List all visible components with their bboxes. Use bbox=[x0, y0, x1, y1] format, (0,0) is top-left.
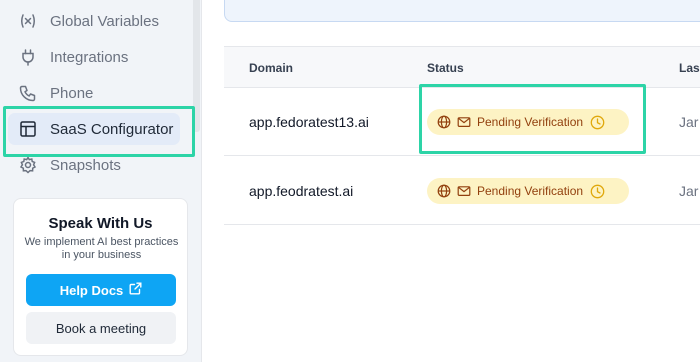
sidebar-item-saas-configurator[interactable]: SaaS Configurator bbox=[8, 113, 180, 145]
sidebar-item-phone[interactable]: Phone bbox=[8, 77, 180, 109]
table-row[interactable]: app.feodratest.ai Pending Verification J… bbox=[224, 157, 700, 225]
card-title: Speak With Us bbox=[48, 215, 153, 232]
globe-icon bbox=[437, 184, 451, 198]
book-meeting-label: Book a meeting bbox=[55, 320, 147, 336]
sidebar-item-label: Global Variables bbox=[50, 12, 159, 30]
sidebar-item-global-variables[interactable]: Global Variables bbox=[8, 5, 180, 37]
domain-cell: app.fedoratest13.ai bbox=[249, 114, 369, 130]
last-cell: Jar bbox=[679, 183, 699, 199]
sidebar: Global Variables Integrations Phone SaaS… bbox=[0, 0, 202, 362]
table-row[interactable]: app.fedoratest13.ai Pending Verification… bbox=[224, 88, 700, 156]
table-header: Domain Status Las bbox=[224, 46, 700, 88]
sidebar-item-label: SaaS Configurator bbox=[50, 120, 174, 138]
plug-icon bbox=[19, 48, 37, 66]
sidebar-item-integrations[interactable]: Integrations bbox=[8, 41, 180, 73]
status-badge: Pending Verification bbox=[427, 178, 629, 204]
column-header-domain: Domain bbox=[249, 61, 294, 75]
status-label: Pending Verification bbox=[477, 184, 584, 198]
status-badge: Pending Verification bbox=[427, 109, 629, 135]
variable-icon bbox=[19, 12, 37, 30]
phone-icon bbox=[19, 84, 37, 102]
mail-icon bbox=[457, 115, 471, 129]
external-link-icon bbox=[129, 282, 142, 298]
sidebar-item-label: Integrations bbox=[50, 48, 129, 66]
sidebar-item-snapshots[interactable]: Snapshots bbox=[8, 149, 180, 181]
help-docs-label: Help Docs bbox=[59, 282, 124, 298]
column-header-status: Status bbox=[427, 61, 464, 75]
mail-icon bbox=[457, 184, 471, 198]
book-meeting-button[interactable]: Book a meeting bbox=[26, 312, 176, 344]
card-subtitle: We implement AI best practices in your b… bbox=[24, 236, 179, 261]
sidebar-item-label: Phone bbox=[50, 84, 94, 102]
help-docs-button[interactable]: Help Docs bbox=[26, 274, 176, 306]
last-cell: Jar bbox=[679, 114, 699, 130]
clock-icon bbox=[590, 115, 605, 130]
info-banner bbox=[224, 0, 700, 22]
column-header-last: Las bbox=[679, 61, 700, 75]
main-content: Domain Status Las app.fedoratest13.ai Pe… bbox=[202, 0, 700, 362]
speak-with-us-card: Speak With Us We implement AI best pract… bbox=[13, 198, 188, 356]
domain-cell: app.feodratest.ai bbox=[249, 183, 354, 199]
layout-icon bbox=[19, 120, 37, 138]
globe-icon bbox=[437, 115, 451, 129]
status-label: Pending Verification bbox=[477, 115, 584, 129]
sidebar-scrollbar[interactable] bbox=[193, 0, 200, 132]
sidebar-item-label: Snapshots bbox=[50, 156, 121, 174]
gear-icon bbox=[19, 156, 37, 174]
clock-icon bbox=[590, 184, 605, 199]
